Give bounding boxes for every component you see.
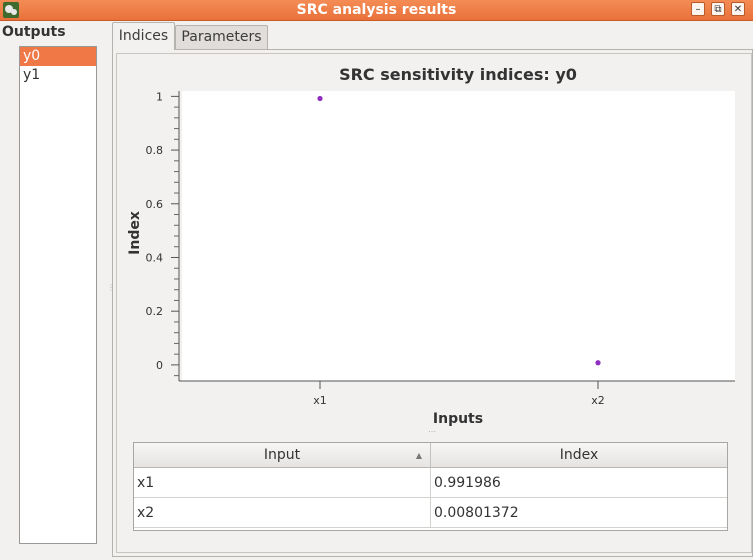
x-category-ticks: x1 x2 bbox=[313, 381, 605, 407]
y-tick-label: 0 bbox=[156, 359, 163, 372]
x-tick-label: x1 bbox=[313, 394, 327, 407]
sensitivity-chart: 0 0.2 0.4 0.6 0.8 1 x1 x2 SRC sensitivity indi… bbox=[127, 65, 735, 427]
plot-area bbox=[182, 91, 735, 381]
sort-ascending-icon: ▲ bbox=[415, 451, 422, 460]
x-axis-label: Inputs bbox=[433, 411, 483, 427]
y-tick-label: 1 bbox=[156, 90, 163, 103]
column-header-index[interactable]: Index bbox=[431, 443, 727, 468]
column-header-input[interactable]: Input ▲ bbox=[134, 443, 431, 468]
y-tick-label: 0.8 bbox=[146, 144, 164, 157]
y-major-ticks: 0 0.2 0.4 0.6 0.8 1 bbox=[146, 90, 179, 372]
data-point bbox=[595, 360, 601, 366]
x-tick-label: x2 bbox=[591, 394, 605, 407]
tab-indices[interactable]: Indices bbox=[112, 22, 175, 50]
table-cell-index[interactable]: 0.991986 bbox=[431, 468, 727, 498]
data-point bbox=[317, 95, 323, 102]
indices-table[interactable]: Input ▲ Index x1 0.991986 x2 0.00801372 bbox=[133, 442, 728, 531]
table-cell-input[interactable]: x1 bbox=[134, 468, 431, 498]
y-tick-label: 0.2 bbox=[146, 305, 164, 318]
y-minor-ticks bbox=[174, 106, 179, 377]
y-tick-label: 0.6 bbox=[146, 198, 164, 211]
table-cell-index[interactable]: 0.00801372 bbox=[431, 498, 727, 528]
vertical-splitter-handle[interactable]: ⋯ bbox=[428, 427, 436, 436]
table-cell-input[interactable]: x2 bbox=[134, 498, 431, 528]
y-tick-label: 0.4 bbox=[146, 251, 164, 264]
y-axis-label: Index bbox=[127, 211, 143, 255]
chart-title: SRC sensitivity indices: y0 bbox=[339, 65, 577, 84]
